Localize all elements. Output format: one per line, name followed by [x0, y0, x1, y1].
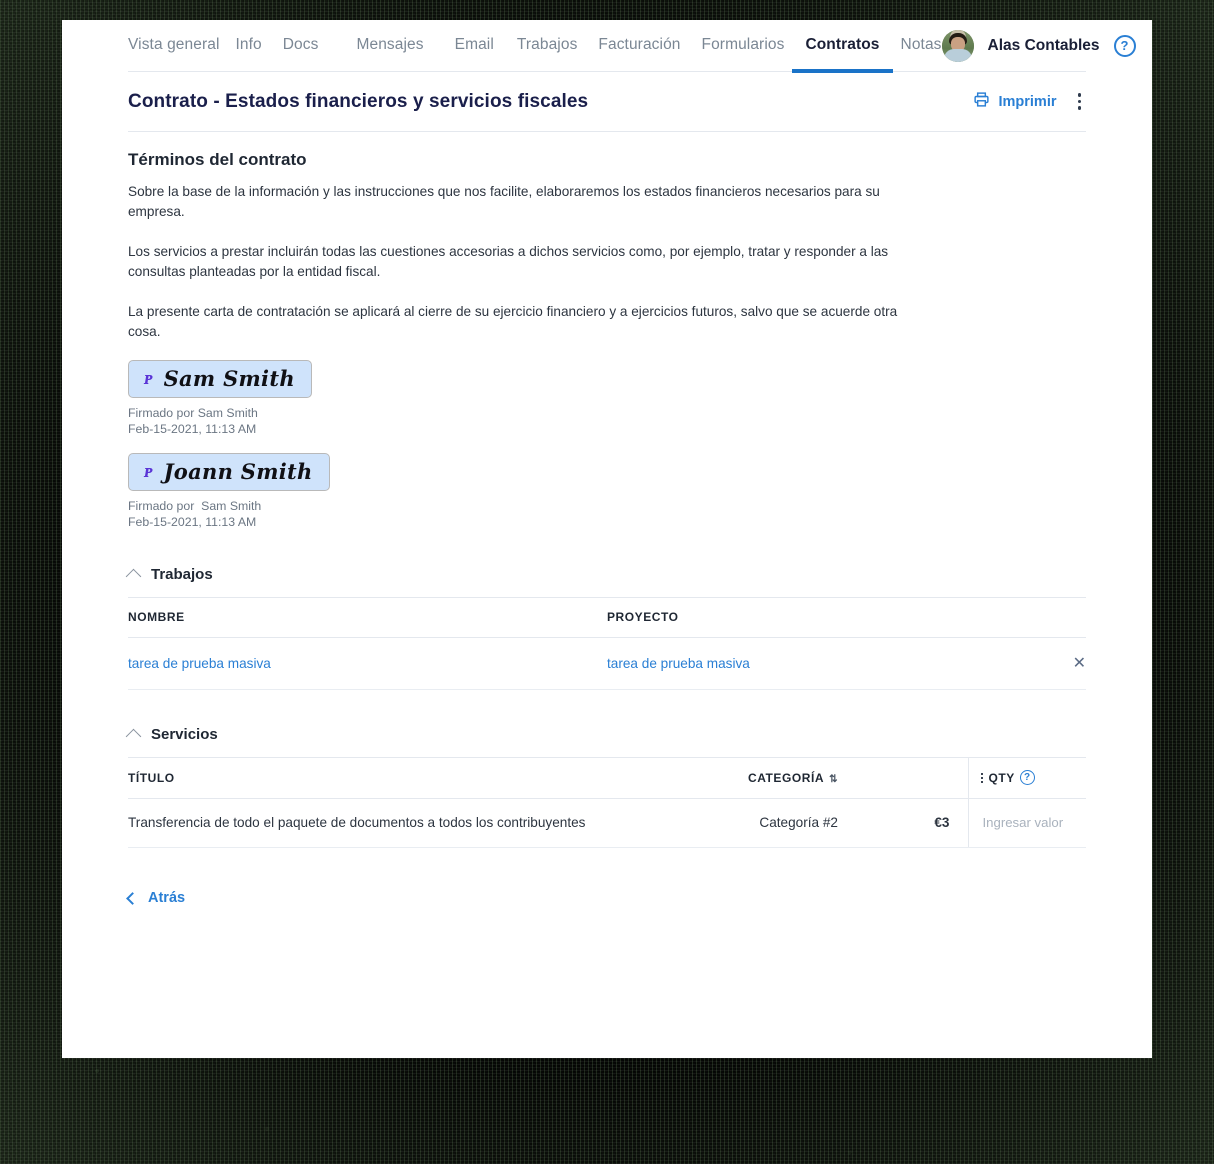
signature-timestamp: Feb-15-2021, 11:13 AM	[128, 422, 257, 436]
nav-item-vista-general[interactable]: Vista general	[128, 36, 220, 56]
signature-signed-by: Firmado por Sam Smith	[128, 406, 258, 420]
column-header-categoria-label: CATEGORÍA	[748, 771, 825, 785]
table-row: Transferencia de todo el paquete de docu…	[128, 798, 1086, 848]
document-actions: Imprimir	[973, 91, 1086, 112]
back-button-label: Atrás	[148, 890, 186, 906]
pen-stroke-icon: ᴘ	[144, 367, 153, 389]
kebab-menu-icon[interactable]	[1073, 91, 1087, 112]
close-x-icon[interactable]: ✕	[1073, 653, 1086, 673]
signature-signed-by: Firmado por Sam Smith	[128, 499, 262, 513]
nav-item-list: Vista general Info Docs Mensajes Email T…	[128, 36, 942, 73]
printer-icon	[973, 91, 990, 112]
column-drag-handle-icon[interactable]	[980, 772, 983, 783]
servicio-titulo: Transferencia de todo el paquete de docu…	[128, 798, 706, 848]
remove-trabajo-cell: ✕	[1030, 637, 1086, 690]
app-window: Vista general Info Docs Mensajes Email T…	[62, 20, 1152, 1058]
column-header-titulo[interactable]: TÍTULO	[128, 758, 706, 799]
signature-block: ᴘ Sam Smith Firmado por Sam Smith Feb-15…	[128, 360, 1086, 437]
question-circle-icon[interactable]: ?	[1113, 34, 1136, 57]
section-toggle-trabajos[interactable]: Trabajos	[125, 566, 1086, 585]
nav-item-email[interactable]: Email	[455, 36, 494, 56]
signature-block: ᴘ Joann Smith Firmado por Sam Smith Feb-…	[128, 453, 1086, 530]
column-header-price	[908, 758, 968, 799]
nav-item-mensajes[interactable]: Mensajes	[356, 36, 423, 56]
print-button[interactable]: Imprimir	[973, 91, 1057, 112]
trabajo-nombre-link[interactable]: tarea de prueba masiva	[128, 637, 607, 690]
signature-box[interactable]: ᴘ Sam Smith	[128, 360, 312, 398]
table-row: tarea de prueba masiva tarea de prueba m…	[128, 637, 1086, 690]
question-circle-icon[interactable]: ?	[1019, 770, 1035, 785]
signature-timestamp: Feb-15-2021, 11:13 AM	[128, 515, 257, 529]
chevron-up-icon	[125, 728, 142, 745]
nav-item-notas[interactable]: Notas	[901, 36, 942, 56]
nav-user-area: Alas Contables ?	[941, 29, 1136, 62]
document-title-bar: Contrato - Estados financieros y servici…	[128, 72, 1086, 132]
signature-box[interactable]: ᴘ Joann Smith	[128, 453, 330, 491]
terms-heading: Términos del contrato	[128, 150, 307, 169]
user-avatar-photo[interactable]	[941, 29, 974, 62]
nav-item-docs[interactable]: Docs	[283, 36, 319, 56]
column-header-actions	[1030, 598, 1086, 638]
trabajos-table: NOMBRE PROYECTO tarea de prueba masiva t…	[128, 598, 1086, 690]
nav-item-contratos[interactable]: Contratos	[792, 36, 893, 73]
column-header-nombre[interactable]: NOMBRE	[128, 598, 607, 638]
back-button[interactable]: Atrás	[126, 890, 186, 906]
terms-paragraph-2: Los servicios a prestar incluirán todas …	[128, 244, 889, 279]
trabajo-proyecto-link[interactable]: tarea de prueba masiva	[607, 637, 1030, 690]
contract-content: Términos del contrato Sobre la base de l…	[125, 132, 1086, 906]
terms-paragraph-3: La presente carta de contratación se apl…	[128, 304, 898, 339]
page-title: Contrato - Estados financieros y servici…	[128, 90, 589, 112]
section-title-servicios: Servicios	[151, 726, 218, 743]
nav-item-facturacion[interactable]: Facturación	[598, 36, 680, 56]
servicio-precio: €3	[908, 798, 968, 848]
chevron-up-icon	[125, 568, 142, 585]
nav-item-trabajos[interactable]: Trabajos	[517, 36, 578, 56]
main-navigation: Vista general Info Docs Mensajes Email T…	[128, 20, 1136, 73]
servicio-qty-cell	[967, 798, 1086, 848]
chevron-left-icon	[126, 891, 139, 905]
nav-item-formularios[interactable]: Formularios	[702, 36, 785, 56]
column-header-categoria[interactable]: CATEGORÍA ⇅	[705, 758, 908, 799]
terms-paragraph-1: Sobre la base de la información y las in…	[128, 184, 880, 219]
table-header-row: TÍTULO CATEGORÍA ⇅ QTY ?	[128, 758, 1086, 799]
nav-item-info[interactable]: Info	[236, 36, 262, 56]
column-header-qty[interactable]: QTY ?	[967, 758, 1086, 799]
pen-stroke-icon: ᴘ	[144, 460, 153, 482]
column-header-proyecto[interactable]: PROYECTO	[607, 598, 1030, 638]
servicio-categoria: Categoría #2	[705, 798, 908, 848]
sort-arrows-icon[interactable]: ⇅	[829, 775, 838, 785]
section-title-trabajos: Trabajos	[151, 566, 213, 583]
user-name-label: Alas Contables	[987, 36, 1100, 54]
servicios-table: TÍTULO CATEGORÍA ⇅ QTY ? Transferencia d…	[128, 758, 1086, 848]
column-header-qty-label: QTY	[988, 770, 1015, 785]
signature-name: Sam Smith	[163, 366, 295, 391]
section-toggle-servicios[interactable]: Servicios	[125, 726, 1086, 745]
signature-name: Joann Smith	[163, 459, 313, 484]
qty-input[interactable]	[980, 814, 1086, 831]
table-header-row: NOMBRE PROYECTO	[128, 598, 1086, 638]
print-button-label: Imprimir	[998, 93, 1057, 110]
